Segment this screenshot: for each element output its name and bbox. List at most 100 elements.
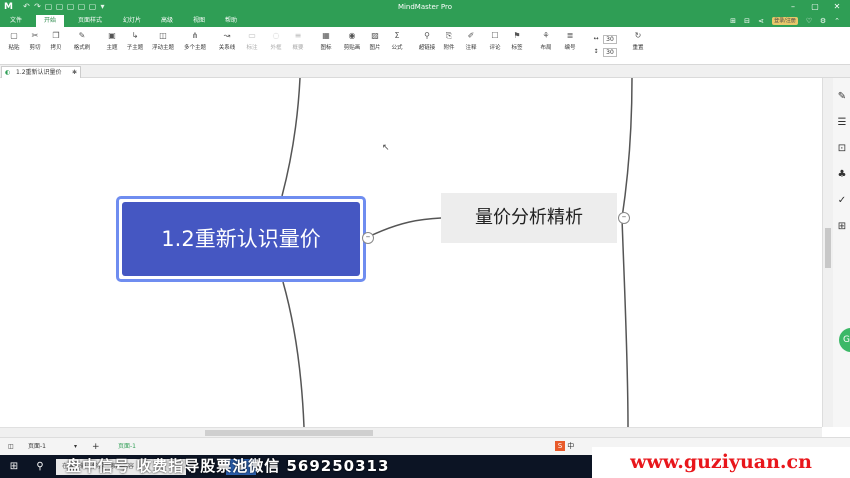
tab-advanced[interactable]: 高级 [154, 15, 180, 27]
share-icon[interactable]: ⊞ [728, 16, 738, 26]
redo-icon[interactable]: ↷ [33, 2, 42, 12]
ribbon-tool-icon: ◌ [272, 31, 280, 40]
assistant-bubble-button[interactable]: G [839, 328, 850, 352]
horizontal-scroll-thumb[interactable] [205, 430, 373, 436]
main-topic-selected[interactable]: 1.2重新认识量价 [116, 196, 366, 282]
ribbon-tool-icon: ⚲ [424, 31, 430, 40]
open-file-icon[interactable]: ▢ [55, 2, 64, 12]
mouse-cursor-icon: ↖ [382, 143, 390, 153]
undo-icon[interactable]: ↶ [22, 2, 31, 12]
page-panel-icon[interactable]: ⊡ [835, 142, 849, 156]
mindmap-canvas[interactable]: 1.2重新认识量价 – 量价分析精析 – ↖ [0, 78, 822, 427]
ribbon-tool-label: 编号 [564, 45, 576, 51]
ribbon-tool-21[interactable]: ⚘ 布局 [536, 29, 556, 63]
vertical-scroll-thumb[interactable] [825, 228, 831, 268]
format-panel-icon[interactable]: ✎ [835, 90, 849, 104]
width-icon: ↔ [593, 35, 599, 42]
ribbon-tool-0[interactable]: ▢ 粘贴 [5, 29, 23, 63]
clipart-panel-icon[interactable]: ♣ [835, 168, 849, 182]
ribbon-tool-15[interactable]: Σ 公式 [388, 29, 406, 63]
ribbon-tool-icon: ◉ [348, 31, 356, 40]
customize-quick-access-icon[interactable]: ▾ [98, 2, 107, 12]
layout-panel-icon[interactable]: ⊞ [835, 220, 849, 234]
save-icon[interactable]: ▢ [66, 2, 75, 12]
export-icon[interactable]: ▢ [88, 2, 97, 12]
ribbon-tool-16[interactable]: ⚲ 超链接 [416, 29, 438, 63]
skin-icon[interactable]: ♡ [804, 16, 814, 26]
ribbon-tool-label: 公式 [391, 45, 403, 51]
horizontal-scrollbar[interactable] [0, 427, 822, 437]
main-topic-text[interactable]: 1.2重新认识量价 [122, 202, 360, 276]
tab-home[interactable]: 开始 [36, 15, 64, 27]
ribbon-tool-6[interactable]: ◫ 浮动主题 [148, 29, 178, 63]
document-tab-bar: ◐ 1.2重新认识量价 ✱ [0, 65, 850, 78]
tab-help[interactable]: 帮助 [218, 15, 244, 27]
ribbon-tool-1[interactable]: ✂ 剪切 [26, 29, 44, 63]
ribbon-tool-icon: ❐ [52, 31, 60, 40]
maximize-button[interactable]: ▢ [808, 1, 822, 13]
document-tab[interactable]: ◐ 1.2重新认识量价 ✱ [1, 66, 81, 78]
ribbon-tool-label: 子主题 [126, 45, 144, 51]
print-icon[interactable]: ▢ [77, 2, 86, 12]
page-dropdown-icon[interactable]: ▾ [74, 441, 77, 453]
connector-sub-up [621, 78, 633, 219]
start-button-icon[interactable]: ⊞ [6, 459, 22, 475]
ribbon-tool-8[interactable]: ↝ 关系线 [214, 29, 240, 63]
sub-topic[interactable]: 量价分析精析 [441, 193, 617, 243]
settings-icon[interactable]: ⚙ [818, 16, 828, 26]
ribbon-tool-11: ≡ 概要 [288, 29, 308, 63]
ribbon-tool-icon: ✐ [467, 31, 475, 40]
menu-bar: 文件 开始 页面样式 幻灯片 高级 视图 帮助 ⊞ ⊟ ⋖ 登录/注册 ♡ ⚙ … [0, 15, 850, 27]
ribbon-tool-icon: ↻ [634, 31, 642, 40]
close-tab-icon[interactable]: ✱ [72, 67, 77, 78]
ribbon-tool-icon: ≣ [566, 31, 574, 40]
ribbon-tool-5[interactable]: ↳ 子主题 [124, 29, 146, 63]
ribbon-toolbar: ▢ 粘贴 ✂ 剪切 ❐ 拷贝 ✎ 格式刷 ▣ 主题 ↳ 子主题 ◫ 浮动主题 ⋔ 多个主题 ↝ 关系线 ▭ 标注 ◌ 外框… [0, 27, 850, 65]
tab-page-style[interactable]: 页面样式 [70, 15, 110, 27]
outline-panel-icon[interactable]: ☰ [835, 116, 849, 130]
collapse-ribbon-icon[interactable]: ⌃ [832, 16, 842, 26]
task-panel-icon[interactable]: ✓ [835, 194, 849, 208]
ribbon-tool-20[interactable]: ⚑ 标签 [508, 29, 526, 63]
title-bar: M ↶ ↷ ▢ ▢ ▢ ▢ ▢ ▾ MindMaster Pro – ▢ ✕ [0, 0, 850, 15]
ribbon-tool-22[interactable]: ≣ 编号 [560, 29, 580, 63]
tab-file[interactable]: 文件 [3, 15, 29, 27]
mindmaster-window: M ↶ ↷ ▢ ▢ ▢ ▢ ▢ ▾ MindMaster Pro – ▢ ✕ 文… [0, 0, 850, 478]
page-selector[interactable]: 页面-1 [28, 441, 46, 453]
tab-view[interactable]: 视图 [186, 15, 212, 27]
new-file-icon[interactable]: ▢ [44, 2, 53, 12]
topic-width-input[interactable]: 30 [603, 35, 617, 44]
ime-indicator[interactable]: S 中 [555, 440, 595, 453]
ribbon-tool-2[interactable]: ❐ 拷贝 [47, 29, 65, 63]
ribbon-tool-label: 超链接 [418, 45, 436, 51]
minimize-button[interactable]: – [786, 1, 800, 13]
ribbon-tool-12[interactable]: ▦ 图标 [316, 29, 336, 63]
document-tab-label: 1.2重新认识量价 [16, 69, 62, 76]
ribbon-tool-13[interactable]: ◉ 剪贴画 [340, 29, 364, 63]
ribbon-tool-14[interactable]: ▨ 图片 [366, 29, 384, 63]
connect-icon[interactable]: ⋖ [756, 16, 766, 26]
close-button[interactable]: ✕ [830, 1, 844, 13]
active-page-tab[interactable]: 页面-1 [118, 441, 136, 453]
collapse-main-topic-button[interactable]: – [362, 232, 374, 244]
ribbon-tool-19[interactable]: ☐ 评论 [486, 29, 504, 63]
search-icon[interactable]: ⚲ [32, 459, 48, 475]
topic-height-input[interactable]: 30 [603, 48, 617, 57]
collapse-sub-topic-button[interactable]: – [618, 212, 630, 224]
tab-slides[interactable]: 幻灯片 [116, 15, 148, 27]
ribbon-tool-18[interactable]: ✐ 注释 [462, 29, 480, 63]
ribbon-tool-3[interactable]: ✎ 格式刷 [70, 29, 94, 63]
add-page-button[interactable]: + [92, 441, 100, 453]
page-layout-icon[interactable]: ◫ [8, 441, 14, 453]
user-account-button[interactable]: 登录/注册 [772, 17, 798, 25]
connector-main-down [282, 281, 305, 427]
ribbon-tool-icon: ✂ [31, 31, 39, 40]
ribbon-tool-7[interactable]: ⋔ 多个主题 [180, 29, 210, 63]
ribbon-tool-label: 剪切 [29, 45, 41, 51]
ribbon-tool-23[interactable]: ↻ 重置 [628, 29, 648, 63]
ribbon-tool-4[interactable]: ▣ 主题 [102, 29, 122, 63]
publish-icon[interactable]: ⊟ [742, 16, 752, 26]
ribbon-tool-17[interactable]: ⎘ 附件 [440, 29, 458, 63]
vertical-scrollbar[interactable] [823, 78, 833, 427]
ribbon-tool-icon: ⚘ [542, 31, 550, 40]
